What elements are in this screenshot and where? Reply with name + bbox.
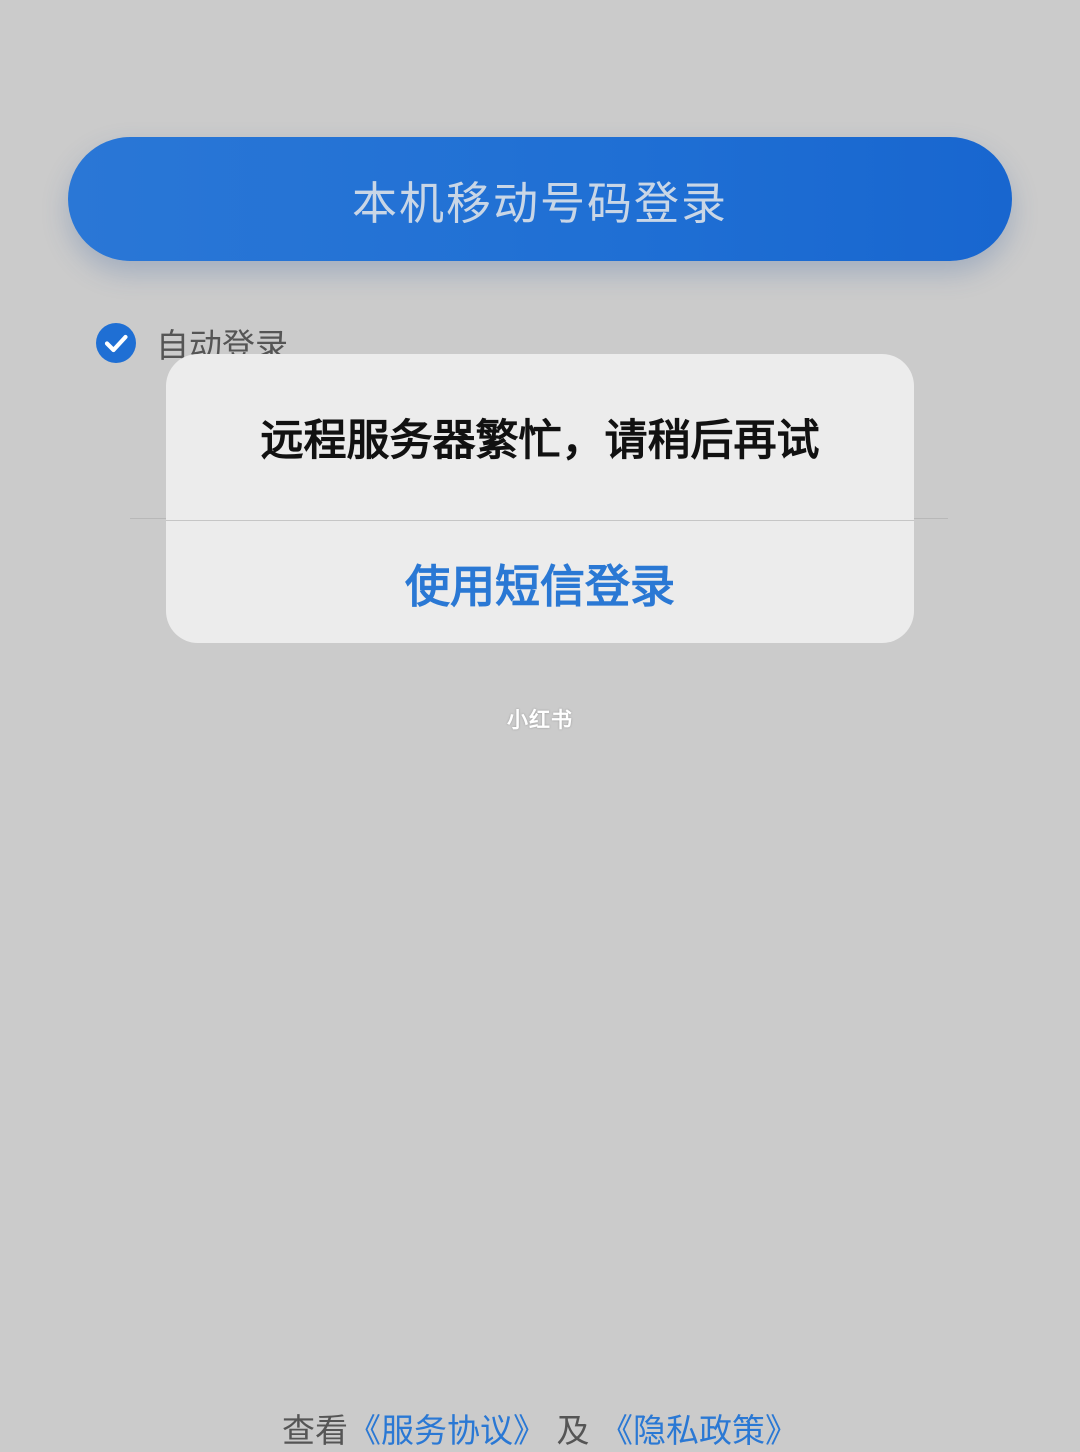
privacy-policy-link[interactable]: 《隐私政策》: [600, 1411, 798, 1450]
mobile-number-login-button[interactable]: 本机移动号码登录: [68, 137, 1012, 261]
sms-login-button[interactable]: 使用短信登录: [166, 521, 914, 643]
check-circle-icon: [96, 323, 136, 363]
footer-prefix: 查看: [282, 1411, 348, 1450]
mobile-number-login-label: 本机移动号码登录: [351, 176, 728, 230]
alert-message: 远程服务器繁忙，请稍后再试: [260, 416, 820, 466]
login-screen: 本机移动号码登录 自动登录 远程服务器繁忙，请稍后再试 使用短信登录 小红书 查…: [0, 0, 1080, 1450]
agreement-footer: 查看《服务协议》 及 《隐私政策》: [0, 1404, 1080, 1452]
alert-dialog: 远程服务器繁忙，请稍后再试 使用短信登录: [166, 354, 914, 643]
footer-connector: 及: [556, 1411, 590, 1450]
service-agreement-link[interactable]: 《服务协议》: [348, 1411, 546, 1450]
watermark: 小红书: [507, 708, 573, 732]
